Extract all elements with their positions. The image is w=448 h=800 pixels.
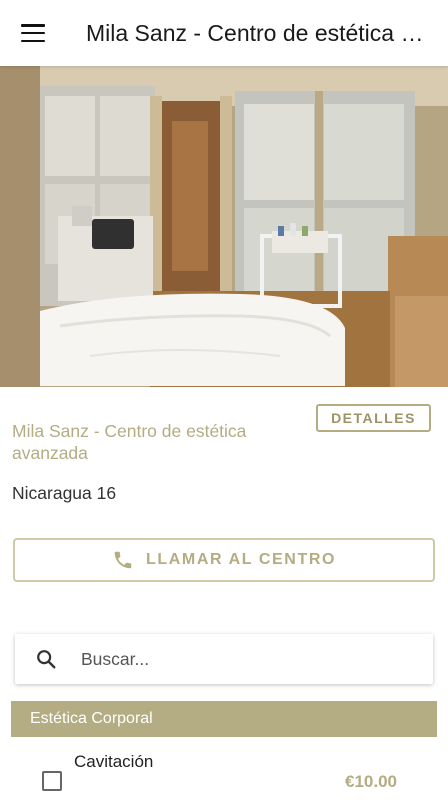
call-center-label: LLAMAR AL CENTRO [145, 551, 337, 568]
service-checkbox[interactable] [42, 771, 62, 791]
service-name: Cavitación [74, 752, 154, 771]
category-header[interactable]: Estética Corporal [11, 701, 437, 737]
app-title: Mila Sanz - Centro de estética avanzada [86, 19, 426, 46]
call-center-button[interactable]: LLAMAR AL CENTRO [13, 538, 435, 582]
search-icon [35, 648, 57, 670]
phone-icon [114, 551, 132, 569]
app-bar: Mila Sanz - Centro de estética avanzada [0, 0, 448, 66]
search-input[interactable] [79, 647, 403, 671]
center-name: Mila Sanz - Centro de estética avanzada [12, 421, 247, 463]
search-box [15, 634, 433, 684]
details-button[interactable]: DETALLES [316, 404, 431, 432]
hero-image [0, 66, 448, 387]
hamburger-menu-icon[interactable] [21, 24, 45, 42]
service-price: €10.00 [345, 772, 397, 791]
category-label: Estética Corporal [30, 710, 153, 727]
center-address: Nicaragua 16 [12, 483, 117, 503]
